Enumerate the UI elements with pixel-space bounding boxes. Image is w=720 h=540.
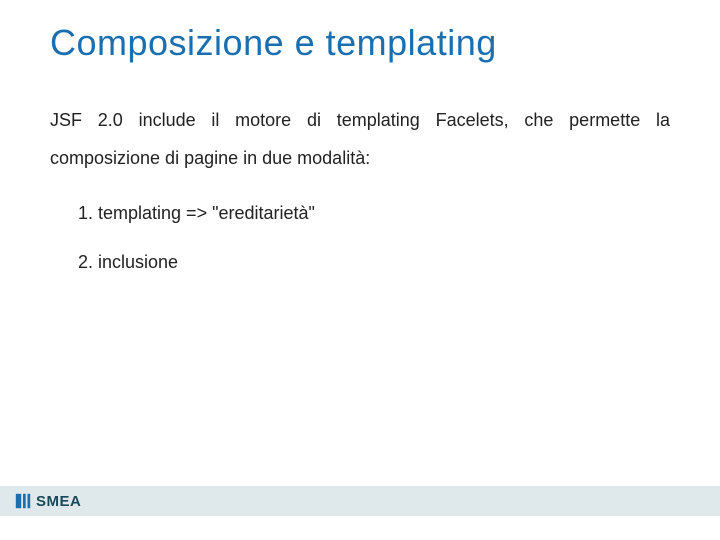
list-item: 1. templating => "ereditarietà" bbox=[78, 200, 670, 227]
slide: Composizione e templating JSF 2.0 includ… bbox=[0, 0, 720, 540]
slide-title: Composizione e templating bbox=[50, 22, 670, 64]
brand-name: SMEA bbox=[36, 493, 81, 510]
intro-paragraph: JSF 2.0 include il motore di templating … bbox=[50, 102, 670, 178]
brand-logo: SMEA bbox=[14, 492, 81, 510]
list-item: 2. inclusione bbox=[78, 249, 670, 276]
brand-mark-icon bbox=[14, 492, 32, 510]
mode-list: 1. templating => "ereditarietà" 2. inclu… bbox=[50, 200, 670, 276]
footer-bar: SMEA bbox=[0, 486, 720, 516]
